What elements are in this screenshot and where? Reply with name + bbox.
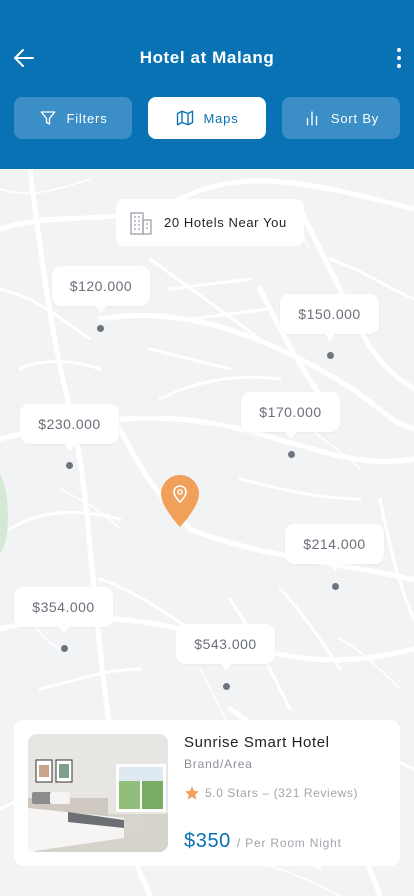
price-unit: / Per Room Night bbox=[236, 836, 342, 850]
price-marker[interactable]: $170.000 bbox=[241, 392, 340, 439]
more-options-button[interactable] bbox=[392, 44, 406, 72]
price-marker[interactable]: $230.000 bbox=[20, 404, 119, 451]
map-icon bbox=[176, 110, 193, 126]
filter-icon bbox=[40, 111, 55, 125]
hotel-room-photo bbox=[28, 734, 168, 852]
marker-dot bbox=[223, 683, 230, 690]
park-area bbox=[0, 474, 8, 554]
tab-filters[interactable]: Filters bbox=[14, 97, 132, 139]
marker-dot bbox=[327, 352, 334, 359]
more-vertical-icon bbox=[397, 48, 401, 52]
rating-text: 5.0 Stars – (321 Reviews) bbox=[205, 786, 359, 800]
marker-dot bbox=[66, 462, 73, 469]
price-value: $350 bbox=[184, 830, 231, 852]
hotel-name: Sunrise Smart Hotel bbox=[184, 734, 330, 751]
hotels-near-badge[interactable]: 20 Hotels Near You bbox=[116, 199, 304, 246]
bar-chart-icon bbox=[306, 111, 318, 126]
hotel-rating: 5.0 Stars – (321 Reviews) bbox=[184, 785, 358, 801]
page-title: Hotel at Malang bbox=[139, 48, 275, 67]
price-marker[interactable]: $543.000 bbox=[176, 624, 275, 671]
tab-label: Filters bbox=[66, 110, 108, 126]
tab-maps[interactable]: Maps bbox=[148, 97, 266, 139]
marker-dot bbox=[332, 583, 339, 590]
hotel-brand: Brand/Area bbox=[184, 757, 253, 771]
price-marker[interactable]: $354.000 bbox=[14, 587, 113, 634]
hotel-price: $350 / Per Room Night bbox=[184, 830, 342, 853]
tab-label: Sort By bbox=[330, 110, 380, 126]
app-header: Hotel at Malang Filters Maps Sort By bbox=[0, 0, 414, 169]
location-pin-icon[interactable] bbox=[161, 475, 199, 527]
building-icon bbox=[130, 211, 152, 235]
star-icon bbox=[185, 786, 199, 800]
marker-dot bbox=[97, 325, 104, 332]
marker-dot bbox=[288, 451, 295, 458]
hotel-card[interactable]: Sunrise Smart Hotel Brand/Area 5.0 Stars… bbox=[14, 720, 400, 866]
marker-dot bbox=[61, 645, 68, 652]
tab-sort-by[interactable]: Sort By bbox=[282, 97, 400, 139]
price-marker[interactable]: $120.000 bbox=[52, 266, 150, 313]
tab-label: Maps bbox=[203, 110, 239, 126]
price-marker[interactable]: $150.000 bbox=[280, 294, 379, 341]
price-marker[interactable]: $214.000 bbox=[285, 524, 384, 571]
hotels-near-label: 20 Hotels Near You bbox=[164, 215, 287, 230]
